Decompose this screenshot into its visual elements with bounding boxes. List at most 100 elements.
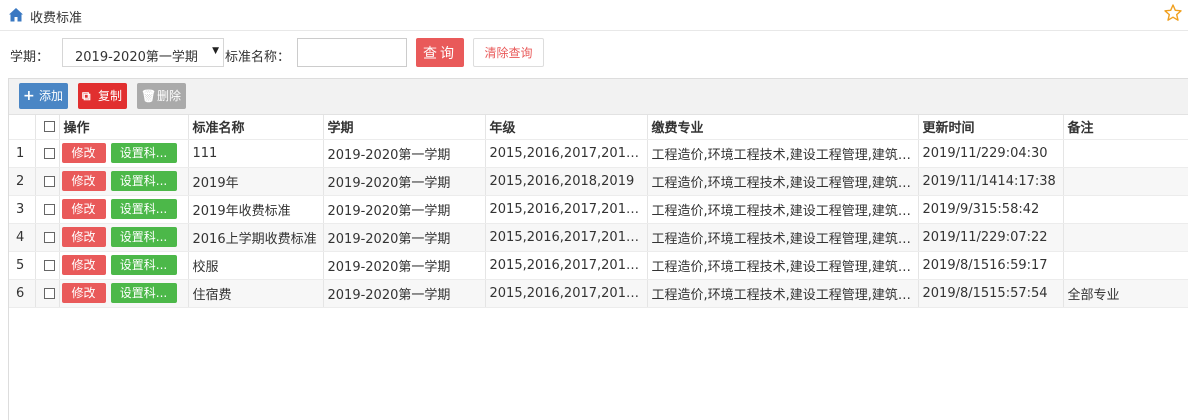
copy-icon: ⧉ [82,89,91,103]
name-label: 标准名称： [225,50,291,65]
cell-remark [1063,139,1188,168]
row-checkbox-cell [35,223,60,252]
row-actions: 修改 设置科... [59,167,189,196]
header-updated[interactable]: 更新时间 [918,115,1064,140]
cell-updated: 2019/8/1516:59:17 [918,251,1064,280]
cell-name: 校服 [188,251,324,280]
row-actions: 修改 设置科... [59,223,189,252]
edit-button[interactable]: 修改 [61,143,106,163]
table-row[interactable]: 6 修改 设置科... 住宿费 2019-2020第一学期 2015,2016,2017,… [9,279,1188,308]
set-subject-button[interactable]: 设置科... [110,171,177,191]
row-number: 5 [9,251,36,280]
header-action: 操作 [59,115,189,140]
row-number: 3 [9,195,36,224]
header-major[interactable]: 缴费专业 [647,115,919,140]
term-label: 学期： [10,50,50,65]
cell-term: 2019-2020第一学期 [323,195,486,224]
star-icon[interactable] [1163,3,1183,23]
edit-button[interactable]: 修改 [61,199,106,219]
header-rownum [9,115,36,140]
row-actions: 修改 设置科... [59,195,189,224]
row-checkbox[interactable] [43,287,55,299]
term-select-value: 2019-2020第一学期 [75,50,198,65]
cell-remark [1063,251,1188,280]
cell-remark [1063,223,1188,252]
cell-major: 工程造价,环境工程技术,建设工程管理,建筑工... [647,279,919,308]
cell-term: 2019-2020第一学期 [323,139,486,168]
table-row[interactable]: 4 修改 设置科... 2016上学期收费标准 2019-2020第一学期 2015,20… [9,223,1188,252]
row-checkbox-cell [35,251,60,280]
row-number: 4 [9,223,36,252]
table-row[interactable]: 5 修改 设置科... 校服 2019-2020第一学期 2015,2016,2017,2… [9,251,1188,280]
table-row[interactable]: 1 修改 设置科... 111 2019-2020第一学期 2015,2016,2017,… [9,139,1188,168]
cell-major: 工程造价,环境工程技术,建设工程管理,建筑工... [647,167,919,196]
title-bar: 收费标准 [0,0,1188,31]
select-all-checkbox[interactable] [43,121,55,133]
header-remark[interactable]: 备注 [1063,115,1188,140]
row-actions: 修改 设置科... [59,279,189,308]
delete-button-label: 删除 [157,89,182,103]
cell-remark: 全部专业 [1063,279,1188,308]
table-row[interactable]: 3 修改 设置科... 2019年收费标准 2019-2020第一学期 2015,2016… [9,195,1188,224]
cell-remark [1063,167,1188,196]
page-title: 收费标准 [30,11,83,26]
header-select-all [35,115,60,140]
add-button[interactable]: + 添加 [19,83,68,109]
edit-button[interactable]: 修改 [61,255,106,275]
row-checkbox[interactable] [43,231,55,243]
edit-button[interactable]: 修改 [61,227,106,247]
cell-major: 工程造价,环境工程技术,建设工程管理,建筑工... [647,195,919,224]
row-checkbox[interactable] [43,259,55,271]
cell-name: 2019年 [188,167,324,196]
name-input[interactable] [297,38,407,67]
cell-grade: 2015,2016,2017,2018,2... [485,139,648,168]
set-subject-button[interactable]: 设置科... [110,227,177,247]
row-actions: 修改 设置科... [59,139,189,168]
set-subject-button[interactable]: 设置科... [110,143,177,163]
header-name[interactable]: 标准名称 [188,115,324,140]
cell-term: 2019-2020第一学期 [323,223,486,252]
copy-button[interactable]: ⧉ 复制 [78,83,127,109]
header-grade[interactable]: 年级 [485,115,648,140]
cell-name: 111 [188,139,324,168]
cell-updated: 2019/11/229:07:22 [918,223,1064,252]
row-checkbox[interactable] [43,147,55,159]
set-subject-button[interactable]: 设置科... [110,199,177,219]
row-checkbox-cell [35,279,60,308]
cell-grade: 2015,2016,2017,2018,2... [485,223,648,252]
plus-icon: + [23,88,35,104]
delete-button[interactable]: 🗑 删除 [137,83,186,109]
data-grid: + 添加 ⧉ 复制 🗑 删除 操作 标准名称 学期 年级 缴费专业 更新时间 备… [8,78,1188,420]
row-checkbox[interactable] [43,175,55,187]
row-checkbox-cell [35,195,60,224]
add-button-label: 添加 [39,89,64,103]
set-subject-button[interactable]: 设置科... [110,255,177,275]
table-row[interactable]: 2 修改 设置科... 2019年 2019-2020第一学期 2015,2016,201… [9,167,1188,196]
cell-major: 工程造价,环境工程技术,建设工程管理,建筑工... [647,139,919,168]
cell-grade: 2015,2016,2017,2018,2... [485,279,648,308]
term-select[interactable]: 2019-2020第一学期 ▼ [62,38,224,67]
cell-term: 2019-2020第一学期 [323,167,486,196]
row-number: 6 [9,279,36,308]
row-checkbox[interactable] [43,203,55,215]
cell-updated: 2019/11/1414:17:38 [918,167,1064,196]
copy-button-label: 复制 [98,89,123,103]
row-actions: 修改 设置科... [59,251,189,280]
cell-name: 住宿费 [188,279,324,308]
standards-table: 操作 标准名称 学期 年级 缴费专业 更新时间 备注 1 修改 设置科... 111 2… [9,115,1188,308]
home-icon[interactable] [8,7,24,23]
header-term[interactable]: 学期 [323,115,486,140]
cell-remark [1063,195,1188,224]
cell-name: 2019年收费标准 [188,195,324,224]
cell-updated: 2019/8/1515:57:54 [918,279,1064,308]
table-header-row: 操作 标准名称 学期 年级 缴费专业 更新时间 备注 [9,115,1188,140]
edit-button[interactable]: 修改 [61,171,106,191]
cell-term: 2019-2020第一学期 [323,251,486,280]
clear-query-button[interactable]: 清除查询 [473,38,544,67]
row-number: 2 [9,167,36,196]
cell-major: 工程造价,环境工程技术,建设工程管理,建筑工... [647,251,919,280]
edit-button[interactable]: 修改 [61,283,106,303]
query-button[interactable]: 查询 [416,38,464,67]
cell-name: 2016上学期收费标准 [188,223,324,252]
set-subject-button[interactable]: 设置科... [110,283,177,303]
